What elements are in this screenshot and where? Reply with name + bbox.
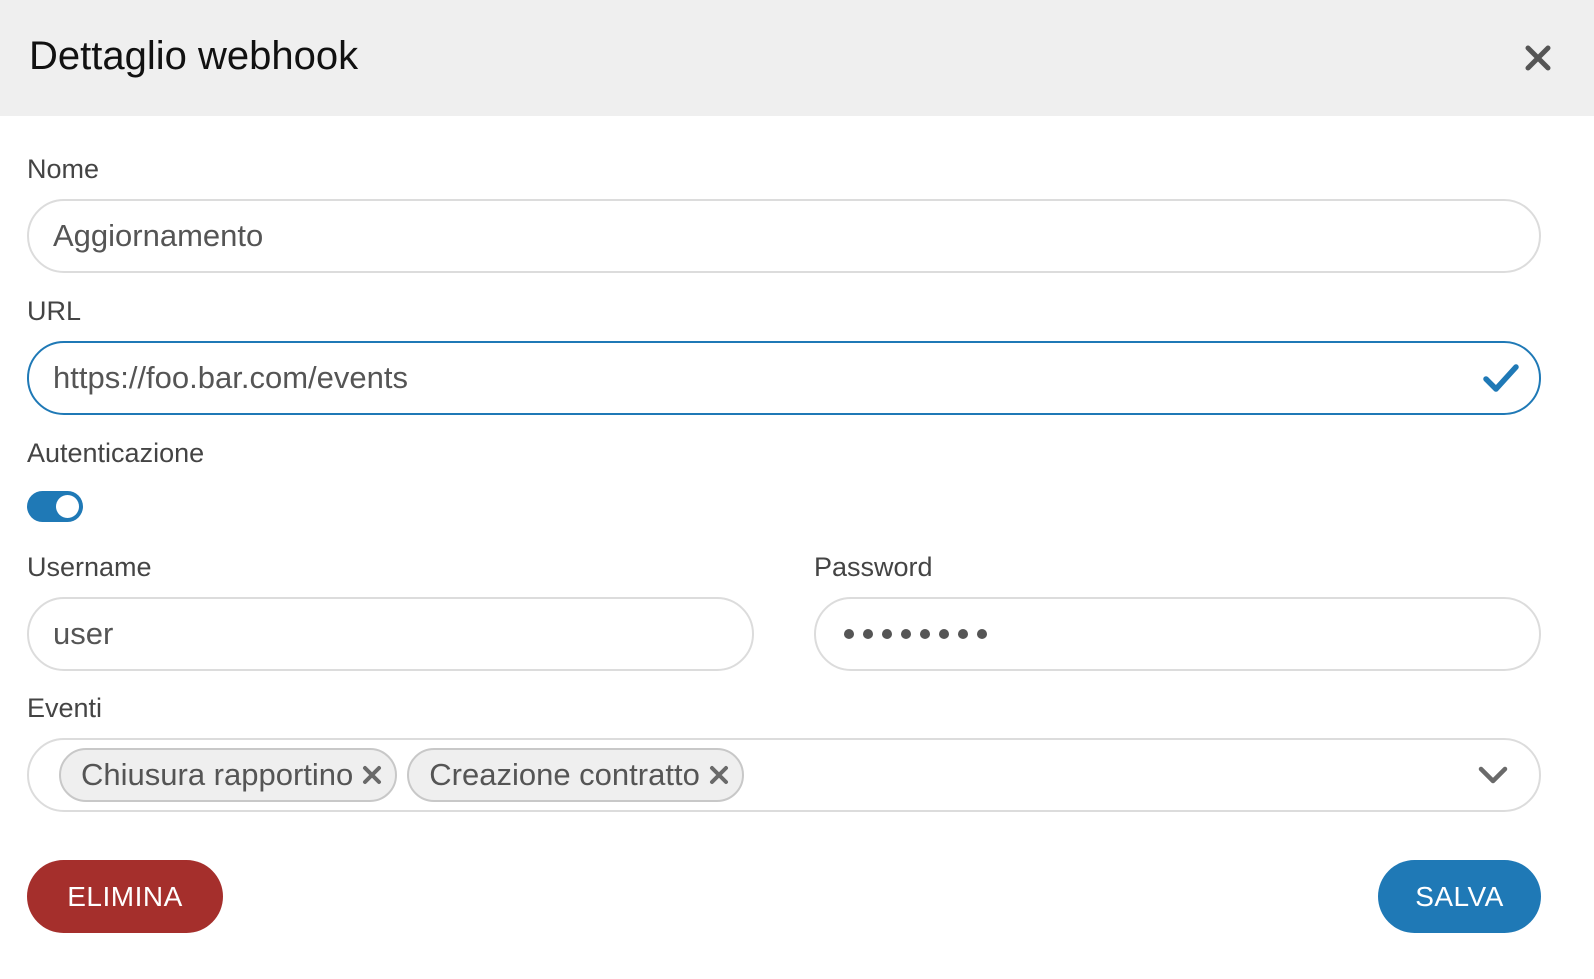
toggle-knob (56, 495, 79, 518)
event-chip: Chiusura rapportino (59, 748, 398, 802)
chip-remove-button[interactable] (706, 762, 732, 788)
event-chip-label: Chiusura rapportino (81, 757, 354, 792)
name-input[interactable]: Aggiornamento (27, 199, 1541, 273)
delete-button[interactable]: ELIMINA (27, 860, 223, 933)
password-dot (939, 629, 949, 639)
dialog-title: Dettaglio webhook (29, 34, 359, 78)
close-icon (709, 766, 728, 784)
url-value: https://foo.bar.com/events (53, 360, 408, 395)
events-label: Eventi (27, 693, 103, 723)
username-input[interactable]: user (27, 597, 754, 671)
events-multiselect[interactable]: Chiusura rapportino Creazione contratto (27, 738, 1541, 812)
close-icon (363, 766, 382, 784)
password-label: Password (814, 552, 933, 582)
dialog-header: Dettaglio webhook (0, 0, 1594, 116)
close-icon (1525, 45, 1551, 71)
check-icon (1483, 364, 1519, 392)
webhook-dialog: Dettaglio webhook Nome Aggiornamento URL… (0, 0, 1594, 979)
password-dot (882, 629, 892, 639)
auth-toggle[interactable] (27, 491, 83, 522)
password-dot (901, 629, 911, 639)
event-chip-label: Creazione contratto (429, 757, 700, 792)
password-dot (863, 629, 873, 639)
chevron-down-icon[interactable] (1477, 759, 1509, 791)
chip-remove-button[interactable] (359, 762, 385, 788)
save-button[interactable]: SALVA (1378, 860, 1541, 933)
password-mask (840, 629, 987, 639)
username-value: user (53, 616, 114, 651)
password-input[interactable] (814, 597, 1541, 671)
password-dot (844, 629, 854, 639)
password-dot (958, 629, 968, 639)
name-value: Aggiornamento (53, 218, 264, 253)
username-label: Username (27, 552, 152, 582)
name-label: Nome (27, 154, 100, 184)
password-dot (977, 629, 987, 639)
url-input[interactable]: https://foo.bar.com/events (27, 341, 1541, 415)
event-chip: Creazione contratto (407, 748, 744, 802)
close-button[interactable] (1520, 40, 1556, 76)
password-dot (920, 629, 930, 639)
events-chips: Chiusura rapportino Creazione contratto (55, 748, 744, 802)
url-label: URL (27, 296, 82, 326)
auth-label: Autenticazione (27, 438, 205, 468)
